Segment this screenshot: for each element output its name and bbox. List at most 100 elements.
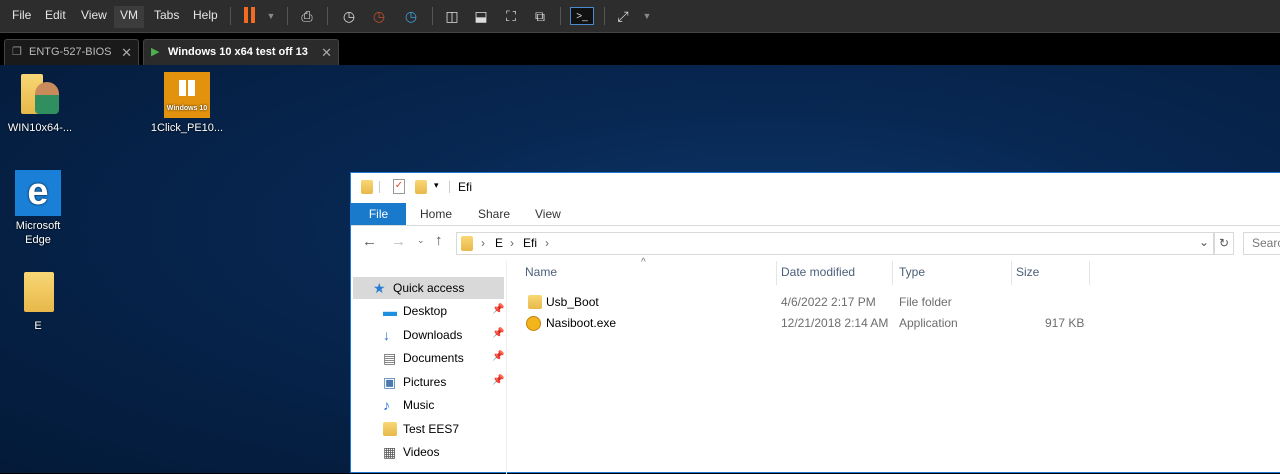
desktop-icon-e[interactable]: E bbox=[0, 270, 78, 333]
nav-item-test-ees7[interactable]: Test EES7 bbox=[383, 419, 503, 439]
desktop-icon-microsoft-edge[interactable]: e Microsoft Edge bbox=[0, 170, 78, 247]
nav-item-label: Test EES7 bbox=[403, 422, 460, 436]
nav-item-quick-access[interactable]: ★ Quick access bbox=[373, 278, 493, 298]
documents-icon: ▤ bbox=[383, 350, 397, 366]
file-explorer-window: ✓ ▾ Efi File Home Share View ← → ⌄ ↑ › E… bbox=[350, 172, 1280, 474]
stretch-icon[interactable]: ⤢ bbox=[614, 7, 632, 25]
application-icon bbox=[526, 316, 541, 331]
file-row[interactable]: Nasiboot.exe 12/21/2018 2:14 AM Applicat… bbox=[521, 314, 1091, 334]
file-date: 12/21/2018 2:14 AM bbox=[781, 316, 889, 330]
menu-help[interactable]: Help bbox=[189, 6, 222, 28]
vm-toolbar: File Edit View VM Tabs Help ▼ ⎙ ◷ ◷ ◷ ◫ … bbox=[0, 0, 1280, 32]
menu-edit[interactable]: Edit bbox=[41, 6, 70, 28]
ribbon-tab-view[interactable]: View bbox=[521, 203, 575, 225]
icon-label: WIN10x64-... bbox=[7, 122, 73, 134]
folder-icon bbox=[383, 422, 397, 436]
snapshot-manager-icon[interactable]: ◷ bbox=[402, 7, 420, 25]
icon-label: 1Click_PE10... bbox=[150, 122, 224, 134]
back-icon[interactable]: ← bbox=[362, 233, 377, 250]
file-type: Application bbox=[899, 316, 958, 330]
icon-label: E bbox=[34, 320, 42, 332]
user-icon bbox=[35, 82, 59, 114]
window-title: Efi bbox=[458, 180, 473, 194]
close-icon[interactable]: ✕ bbox=[121, 40, 132, 65]
column-header-type[interactable]: Type bbox=[899, 265, 925, 279]
breadcrumb-efi[interactable]: Efi bbox=[523, 236, 537, 250]
column-header-size[interactable]: Size bbox=[1016, 265, 1039, 279]
vm-tab-bar: ❐ ENTG-527-BIOS ✕ ▶ Windows 10 x64 test o… bbox=[0, 32, 1280, 66]
breadcrumb-e[interactable]: E bbox=[495, 236, 503, 250]
nav-item-videos[interactable]: ▦ Videos bbox=[383, 442, 503, 462]
tab-label: ENTG-527-BIOS bbox=[29, 46, 112, 58]
search-input[interactable]: Search bbox=[1243, 232, 1280, 255]
recent-locations-icon[interactable]: ⌄ bbox=[417, 235, 425, 246]
icon-label: Microsoft Edge bbox=[15, 220, 61, 246]
file-row[interactable]: Usb_Boot 4/6/2022 2:17 PM File folder bbox=[521, 293, 1091, 313]
chevron-down-icon[interactable]: ▼ bbox=[638, 7, 656, 25]
customize-quick-access-icon[interactable]: ▾ bbox=[434, 180, 439, 191]
vm-icon: ❐ bbox=[12, 46, 22, 58]
menu-view[interactable]: View bbox=[77, 6, 111, 28]
videos-icon: ▦ bbox=[383, 444, 397, 460]
tab-entg-527-bios[interactable]: ❐ ENTG-527-BIOS ✕ bbox=[4, 39, 139, 66]
send-keys-icon[interactable]: ⎙ bbox=[298, 7, 316, 25]
folder-icon bbox=[24, 272, 54, 312]
file-name: Usb_Boot bbox=[546, 295, 599, 309]
desktop-icon-1click-pe10[interactable]: Windows 10 1Click_PE10... bbox=[147, 72, 227, 135]
nav-item-pictures[interactable]: ▣ Pictures bbox=[383, 372, 503, 392]
nav-item-label: Documents bbox=[403, 351, 464, 365]
folder-icon bbox=[361, 180, 373, 194]
ribbon-tab-file[interactable]: File bbox=[351, 203, 406, 225]
menu-tabs[interactable]: Tabs bbox=[150, 6, 183, 28]
pause-icon[interactable] bbox=[240, 7, 258, 25]
ribbon-tab-home[interactable]: Home bbox=[406, 203, 466, 225]
downloads-icon: ↓ bbox=[383, 327, 390, 343]
column-header-date[interactable]: Date modified bbox=[781, 265, 855, 279]
star-icon: ★ bbox=[373, 280, 386, 296]
ribbon-tab-share[interactable]: Share bbox=[464, 203, 524, 225]
chevron-down-icon[interactable]: ▼ bbox=[262, 7, 280, 25]
refresh-icon[interactable]: ↻ bbox=[1214, 232, 1234, 255]
full-screen-icon[interactable]: ⛶ bbox=[502, 7, 520, 25]
pin-icon[interactable]: 📌 bbox=[492, 328, 504, 339]
column-header-name[interactable]: Name bbox=[525, 265, 557, 279]
tab-windows-10[interactable]: ▶ Windows 10 x64 test off 13 ✕ bbox=[143, 39, 339, 66]
close-icon[interactable]: ✕ bbox=[321, 40, 332, 65]
properties-icon[interactable]: ✓ bbox=[393, 179, 405, 194]
chevron-down-icon[interactable]: ⌄ bbox=[1199, 235, 1209, 249]
file-type: File folder bbox=[899, 295, 952, 309]
snapshot-icon[interactable]: ◷ bbox=[340, 7, 358, 25]
console-icon[interactable]: >_ bbox=[570, 7, 594, 25]
file-size: 917 KB bbox=[1045, 316, 1085, 330]
desktop-icon: ▬ bbox=[383, 303, 397, 319]
nav-item-music[interactable]: ♪ Music bbox=[383, 395, 503, 415]
desktop-icon-win10x64[interactable]: WIN10x64-... bbox=[0, 72, 80, 135]
nav-item-documents[interactable]: ▤ Documents bbox=[383, 348, 503, 368]
tab-label: Windows 10 x64 test off 13 bbox=[168, 46, 308, 58]
thumbnail-bar-icon[interactable]: ⬓ bbox=[472, 7, 490, 25]
pin-icon[interactable]: 📌 bbox=[492, 375, 504, 386]
pin-icon[interactable]: 📌 bbox=[492, 304, 504, 315]
windows-10-logo: Windows 10 bbox=[166, 105, 208, 112]
nav-item-desktop[interactable]: ▬ Desktop bbox=[383, 301, 503, 321]
menu-vm[interactable]: VM bbox=[114, 6, 144, 28]
folder-icon bbox=[461, 236, 473, 251]
nav-item-downloads[interactable]: ↓ Downloads bbox=[383, 325, 503, 345]
music-icon: ♪ bbox=[383, 397, 390, 413]
up-icon[interactable]: ↑ bbox=[435, 232, 443, 249]
nav-item-label: Videos bbox=[403, 445, 440, 459]
pictures-icon: ▣ bbox=[383, 374, 397, 390]
folder-icon bbox=[528, 295, 542, 309]
nav-item-label: Quick access bbox=[393, 281, 465, 295]
address-bar[interactable]: › E › Efi › ⌄ bbox=[456, 232, 1214, 255]
menu-file[interactable]: File bbox=[8, 6, 35, 28]
forward-icon[interactable]: → bbox=[391, 233, 406, 250]
library-view-icon[interactable]: ◫ bbox=[443, 7, 461, 25]
pin-icon[interactable]: 📌 bbox=[492, 351, 504, 362]
unity-icon[interactable]: ⧉ bbox=[531, 7, 549, 25]
revert-snapshot-icon[interactable]: ◷ bbox=[370, 7, 388, 25]
sort-ascending-icon: ^ bbox=[641, 257, 646, 268]
vm-running-icon: ▶ bbox=[151, 46, 160, 58]
new-folder-icon[interactable] bbox=[415, 180, 427, 194]
file-date: 4/6/2022 2:17 PM bbox=[781, 295, 876, 309]
